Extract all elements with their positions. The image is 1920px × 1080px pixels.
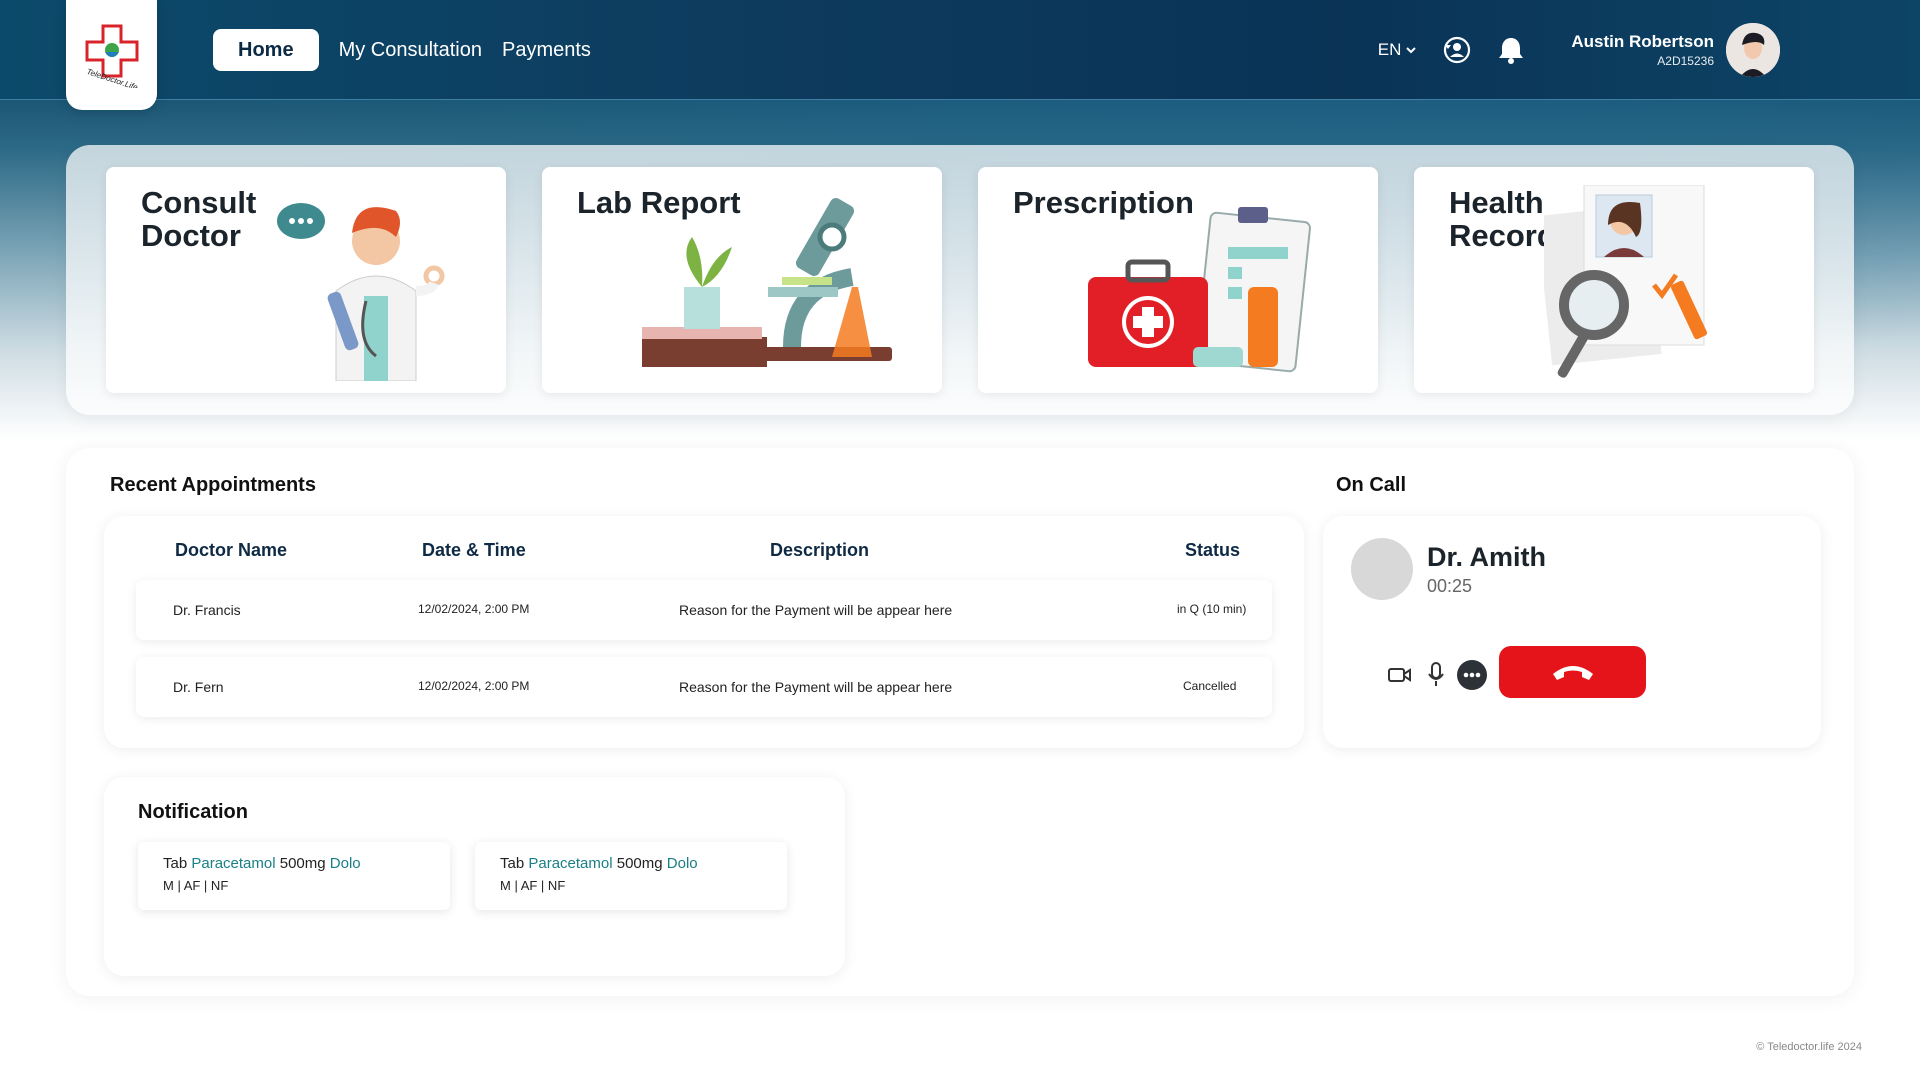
appointments-table: Doctor Name Date & Time Description Stat… bbox=[104, 516, 1304, 748]
table-row[interactable]: Dr. Fern 12/02/2024, 2:00 PM Reason for … bbox=[136, 657, 1272, 717]
column-header-description: Description bbox=[770, 540, 870, 560]
first-aid-illustration-icon bbox=[1088, 207, 1311, 373]
microphone-icon bbox=[1428, 662, 1444, 686]
svg-text:TeleDoctor.Life: TeleDoctor.Life bbox=[85, 67, 139, 88]
on-call-title: On Call bbox=[1336, 474, 1407, 496]
medicine-name[interactable]: Paracetamol bbox=[191, 855, 275, 872]
appointment-datetime: 12/02/2024, 2:00 PM bbox=[418, 602, 530, 616]
recent-appointments-title: Recent Appointments bbox=[110, 474, 316, 496]
chevron-down-icon bbox=[1406, 47, 1417, 54]
appointment-description: Reason for the Payment will be appear he… bbox=[679, 602, 953, 618]
more-options-icon bbox=[1457, 660, 1487, 690]
doctor-illustration-icon bbox=[277, 203, 445, 381]
appointment-datetime: 12/02/2024, 2:00 PM bbox=[418, 679, 530, 693]
medicine-brand[interactable]: Dolo bbox=[330, 855, 361, 872]
notification-medicine: Tab Paracetamol 500mg Dolo bbox=[163, 855, 425, 872]
account-switch-icon bbox=[1444, 36, 1471, 64]
user-name: Austin Robertson bbox=[1571, 32, 1714, 51]
on-call-card: Dr. Amith 00:25 bbox=[1323, 516, 1821, 748]
medicine-dose: 500mg bbox=[616, 855, 663, 872]
notifications-button[interactable] bbox=[1495, 34, 1527, 66]
language-label: EN bbox=[1377, 40, 1402, 59]
notification-title: Notification bbox=[138, 801, 248, 823]
top-navigation-bar: TeleDoctor.Life Home My Consultation Pay… bbox=[0, 0, 1920, 110]
status-badge: Cancelled bbox=[1183, 679, 1237, 693]
records-illustration-icon bbox=[1544, 185, 1708, 378]
lab-report-card[interactable]: Lab Report bbox=[542, 167, 942, 393]
end-call-icon bbox=[1552, 666, 1593, 680]
notification-item[interactable]: Tab Paracetamol 500mg Dolo M | AF | NF bbox=[138, 842, 450, 910]
medicine-schedule: M | AF | NF bbox=[163, 878, 229, 893]
app-logo[interactable]: TeleDoctor.Life bbox=[66, 0, 157, 110]
mute-toggle-button[interactable] bbox=[1421, 660, 1451, 690]
call-doctor-name: Dr. Amith bbox=[1427, 542, 1547, 572]
quick-actions-panel: Consult Doctor Lab Report Prescription H… bbox=[66, 145, 1854, 415]
medicine-dose: 500mg bbox=[279, 855, 326, 872]
end-call-button[interactable] bbox=[1499, 646, 1646, 698]
prescription-card[interactable]: Prescription bbox=[978, 167, 1378, 393]
language-selector[interactable]: EN bbox=[1378, 40, 1418, 60]
medicine-name[interactable]: Paracetamol bbox=[528, 855, 612, 872]
header-actions: EN Austin Robertson A2D15236 bbox=[1378, 22, 1780, 78]
medicine-form: Tab bbox=[163, 855, 188, 872]
video-camera-icon bbox=[1388, 668, 1411, 682]
logo-cross-icon: TeleDoctor.Life bbox=[85, 24, 139, 88]
avatar bbox=[1351, 538, 1413, 600]
medicine-form: Tab bbox=[500, 855, 525, 872]
microscope-illustration-icon bbox=[642, 198, 892, 367]
user-info[interactable]: Austin Robertson A2D15236 bbox=[1571, 32, 1714, 68]
doctor-name: Dr. Fern bbox=[173, 679, 224, 695]
status-badge: in Q (10 min) bbox=[1177, 602, 1247, 616]
more-options-button[interactable] bbox=[1457, 660, 1487, 690]
notification-panel: Notification Tab Paracetamol 500mg Dolo … bbox=[104, 777, 845, 976]
appointment-description: Reason for the Payment will be appear he… bbox=[679, 679, 953, 695]
user-avatar-icon bbox=[1726, 23, 1780, 77]
doctor-name: Dr. Francis bbox=[173, 602, 241, 618]
main-nav: Home My Consultation Payments bbox=[213, 29, 591, 71]
notification-medicine: Tab Paracetamol 500mg Dolo bbox=[500, 855, 762, 872]
notification-item[interactable]: Tab Paracetamol 500mg Dolo M | AF | NF bbox=[475, 842, 787, 910]
column-header-status: Status bbox=[1185, 540, 1241, 560]
consult-doctor-card[interactable]: Consult Doctor bbox=[106, 167, 506, 393]
column-header-datetime: Date & Time bbox=[422, 540, 526, 560]
avatar[interactable] bbox=[1726, 23, 1780, 77]
footer-copyright: © Teledoctor.life 2024 bbox=[1756, 1041, 1862, 1053]
account-switch-button[interactable] bbox=[1441, 34, 1473, 66]
call-duration: 00:25 bbox=[1427, 576, 1473, 596]
user-id: A2D15236 bbox=[1657, 54, 1714, 68]
bell-icon bbox=[1499, 38, 1524, 64]
nav-home[interactable]: Home bbox=[213, 29, 319, 71]
medicine-brand[interactable]: Dolo bbox=[667, 855, 698, 872]
column-header-doctor: Doctor Name bbox=[175, 540, 288, 560]
table-row[interactable]: Dr. Francis 12/02/2024, 2:00 PM Reason f… bbox=[136, 580, 1272, 640]
health-records-card[interactable]: Health Records bbox=[1414, 167, 1814, 393]
nav-my-consultation[interactable]: My Consultation bbox=[339, 29, 482, 71]
medicine-schedule: M | AF | NF bbox=[500, 878, 566, 893]
nav-payments[interactable]: Payments bbox=[502, 29, 591, 71]
video-toggle-button[interactable] bbox=[1385, 660, 1415, 690]
